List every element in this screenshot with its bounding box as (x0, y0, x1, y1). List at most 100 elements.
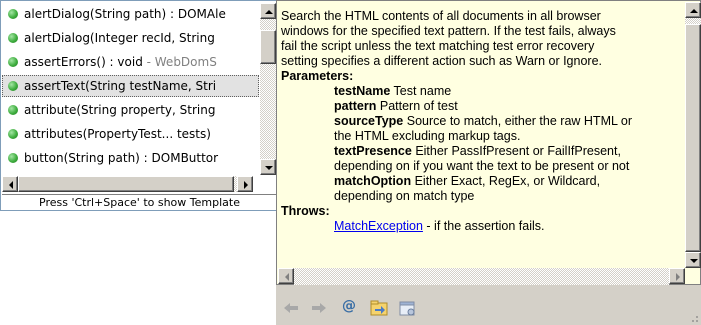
proposal-label: button(String path) : DOMButtor (24, 147, 218, 169)
parameter-description: the HTML excluding markup tags. (334, 129, 521, 143)
open-external-browser-button[interactable] (396, 297, 418, 319)
public-method-icon (8, 33, 18, 43)
arrow-right-icon (676, 273, 680, 281)
parameter-entry: testName Test name (281, 84, 685, 99)
public-method-icon (8, 153, 18, 163)
doc-scroll-thumb[interactable] (685, 24, 701, 252)
match-exception-link[interactable]: MatchException (334, 219, 423, 233)
doc-scroll-down-button[interactable] (685, 252, 701, 268)
parameter-entry: textPresence Either PassIfPresent or Fai… (281, 144, 685, 159)
documentation-vertical-scrollbar[interactable] (685, 2, 701, 268)
proposal-signature: assertText(String testName, Stri (24, 79, 217, 93)
description-line: Search the HTML contents of all document… (281, 9, 601, 23)
doc-scroll-right-button[interactable] (669, 268, 685, 284)
scroll-down-button[interactable] (260, 159, 276, 175)
forward-button[interactable] (308, 297, 330, 319)
back-button[interactable] (280, 297, 302, 319)
proposal-item[interactable]: button(String path) : DOMButtor (2, 147, 259, 169)
public-method-icon (8, 129, 18, 139)
proposal-signature: assertErrors() : void (24, 55, 143, 69)
parameter-description: Either PassIfPresent or FailIfPresent, (415, 144, 621, 158)
open-browser-icon (399, 301, 415, 316)
proposal-signature: attribute(String property, String (24, 103, 216, 117)
scroll-right-button[interactable] (237, 176, 253, 192)
arrow-up-icon (265, 10, 273, 14)
doc-scroll-left-button[interactable] (278, 268, 294, 284)
parameter-description: Either Exact, RegEx, or Wildcard, (414, 174, 601, 188)
documentation-horizontal-scrollbar[interactable] (278, 268, 685, 285)
forward-icon (312, 303, 326, 313)
parameter-description: depending on match type (334, 189, 475, 203)
proposal-label: assertErrors() : void - WebDomS (24, 51, 217, 73)
proposal-item[interactable]: attribute(String property, String (2, 99, 259, 121)
public-method-icon (8, 9, 18, 19)
proposal-label: attribute(String property, String (24, 99, 215, 121)
proposal-label: attributes(PropertyTest... tests) (24, 123, 211, 145)
resize-grip-icon[interactable] (687, 311, 699, 323)
description-line: setting specifies a different action suc… (281, 54, 603, 68)
back-icon (284, 303, 298, 313)
parameter-entry: pattern Pattern of test (281, 99, 685, 114)
throws-heading: Throws: (281, 204, 330, 218)
parameter-entry: depending on if you want the text to be … (281, 159, 685, 174)
arrow-left-icon (9, 181, 13, 189)
proposal-signature: alertDialog(String path) : DOMAle (24, 7, 226, 21)
scroll-up-button[interactable] (260, 3, 276, 19)
arrow-right-icon (244, 181, 248, 189)
arrow-left-icon (285, 273, 289, 281)
arrow-down-icon (690, 259, 698, 263)
parameter-entry: depending on match type (281, 189, 685, 204)
description-line: windows for the specified text pattern. … (281, 24, 616, 38)
proposal-item[interactable]: attributes(PropertyTest... tests) (2, 123, 259, 145)
parameter-entry: matchOption Either Exact, RegEx, or Wild… (281, 174, 685, 189)
proposal-list-vertical-scrollbar[interactable] (259, 3, 277, 175)
scroll-thumb[interactable] (260, 30, 276, 64)
description-line: fail the script unless the text matching… (281, 39, 595, 53)
proposal-label: alertDialog(Integer recId, String (24, 27, 215, 49)
open-declaration-button[interactable] (368, 297, 390, 319)
proposal-list[interactable]: alertDialog(String path) : DOMAle alertDi… (2, 3, 259, 175)
arrow-up-icon (690, 9, 698, 13)
parameter-name: testName (334, 84, 391, 98)
parameter-name: matchOption (334, 174, 412, 188)
parameters-heading: Parameters: (281, 69, 354, 83)
scroll-left-button[interactable] (2, 176, 18, 192)
proposal-label: assertText(String testName, Stri (24, 75, 216, 97)
throws-description: - if the assertion fails. (422, 219, 545, 233)
throws-entry: MatchException - if the assertion fails. (281, 219, 685, 234)
parameter-description: Test name (393, 84, 452, 98)
proposal-declaring-type: - WebDomS (142, 55, 217, 69)
parameter-name: sourceType (334, 114, 404, 128)
proposal-item[interactable]: alertDialog(Integer recId, String (2, 27, 259, 49)
documentation-content: Search the HTML contents of all document… (281, 9, 685, 263)
public-method-icon (8, 57, 18, 67)
proposal-signature: alertDialog(Integer recId, String (24, 31, 215, 45)
completion-proposals-popup: alertDialog(String path) : DOMAle alertDi… (0, 0, 278, 211)
documentation-frame: Search the HTML contents of all document… (276, 0, 701, 285)
proposal-signature: button(String path) : DOMButtor (24, 151, 219, 165)
method-description: Search the HTML contents of all document… (281, 9, 685, 69)
parameter-description: Pattern of test (379, 99, 458, 113)
proposal-signature: attributes(PropertyTest... tests) (24, 127, 211, 141)
documentation-popup: Search the HTML contents of all document… (276, 0, 701, 325)
parameter-list: testName Test name pattern Pattern of tes… (281, 84, 685, 204)
parameter-description: Source to match, either the raw HTML or (406, 114, 633, 128)
open-declaration-icon (370, 300, 388, 316)
proposal-item[interactable]: alertDialog(String path) : DOMAle (2, 3, 259, 25)
parameter-entry: the HTML excluding markup tags. (281, 129, 685, 144)
public-method-icon (8, 105, 18, 115)
parameter-entry: sourceType Source to match, either the r… (281, 114, 685, 129)
parameter-name: textPresence (334, 144, 412, 158)
doc-scroll-up-button[interactable] (685, 2, 701, 18)
proposal-item[interactable]: assertErrors() : void - WebDomS (2, 51, 259, 73)
at-sign-icon: @ (342, 298, 356, 314)
show-in-javadoc-button[interactable]: @ (338, 297, 360, 319)
proposal-item[interactable]: assertText(String testName, Stri (2, 75, 259, 97)
horizontal-scroll-thumb[interactable] (18, 176, 234, 192)
proposal-label: alertDialog(String path) : DOMAle (24, 3, 226, 25)
parameter-name: pattern (334, 99, 377, 113)
documentation-toolbar: @ (276, 289, 701, 325)
proposals-status-text: Press 'Ctrl+Space' to show Template (2, 194, 277, 210)
proposal-list-horizontal-scrollbar[interactable] (2, 175, 277, 193)
doc-horizontal-scroll-track[interactable] (294, 268, 669, 285)
